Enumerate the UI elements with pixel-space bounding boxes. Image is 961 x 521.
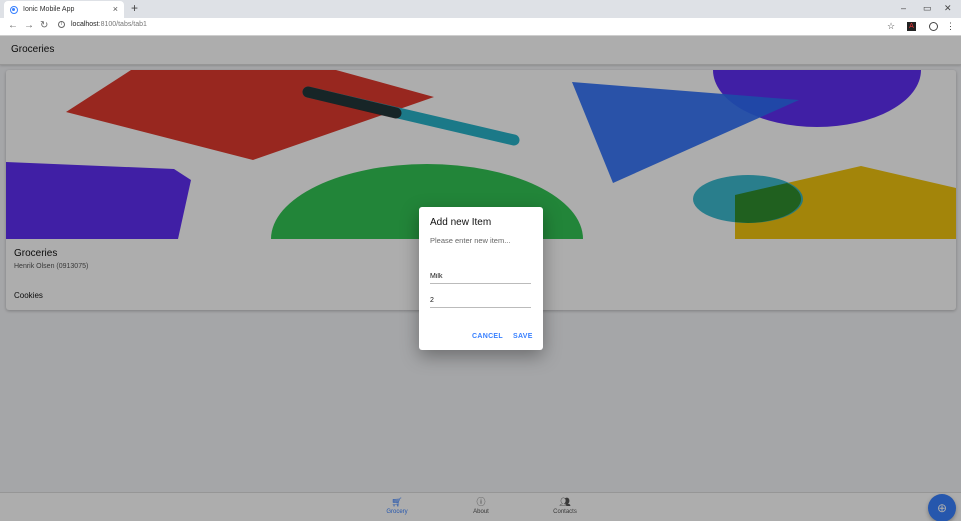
- url-field[interactable]: i localhost:8100/tabs/tab1: [58, 21, 147, 28]
- forward-arrow-icon[interactable]: →: [24, 20, 34, 31]
- browser-tabbar: Ionic Mobile App × + – ▭ ✕: [0, 0, 961, 18]
- new-tab-button[interactable]: +: [131, 1, 138, 15]
- item-quantity-input[interactable]: [430, 294, 531, 308]
- address-bar: ← → ↻ i localhost:8100/tabs/tab1 ☆ ⋮: [0, 18, 961, 36]
- menu-kebab-icon[interactable]: ⋮: [946, 21, 955, 32]
- browser-tab[interactable]: Ionic Mobile App ×: [4, 1, 124, 18]
- reload-icon[interactable]: ↻: [40, 20, 48, 31]
- add-item-alert: Add new Item Please enter new item... CA…: [419, 207, 543, 350]
- minimize-button[interactable]: –: [901, 3, 906, 13]
- window-close-button[interactable]: ✕: [944, 3, 952, 14]
- tab-close-icon[interactable]: ×: [113, 4, 118, 14]
- alert-message: Please enter new item...: [430, 236, 511, 245]
- item-name-input[interactable]: [430, 270, 531, 284]
- bookmark-star-icon[interactable]: ☆: [887, 21, 895, 32]
- save-button[interactable]: SAVE: [513, 333, 533, 340]
- maximize-button[interactable]: ▭: [923, 3, 932, 14]
- browser-tab-title: Ionic Mobile App: [23, 6, 75, 13]
- url-host: localhost: [71, 21, 99, 28]
- back-arrow-icon[interactable]: ←: [8, 20, 18, 31]
- account-icon[interactable]: [929, 22, 938, 31]
- ionic-favicon-icon: [10, 5, 18, 14]
- url-path: :8100/tabs/tab1: [98, 21, 147, 28]
- site-info-icon[interactable]: i: [58, 21, 65, 28]
- pdf-extension-icon[interactable]: A: [907, 22, 916, 31]
- cancel-button[interactable]: CANCEL: [472, 333, 503, 340]
- alert-title: Add new Item: [430, 217, 492, 228]
